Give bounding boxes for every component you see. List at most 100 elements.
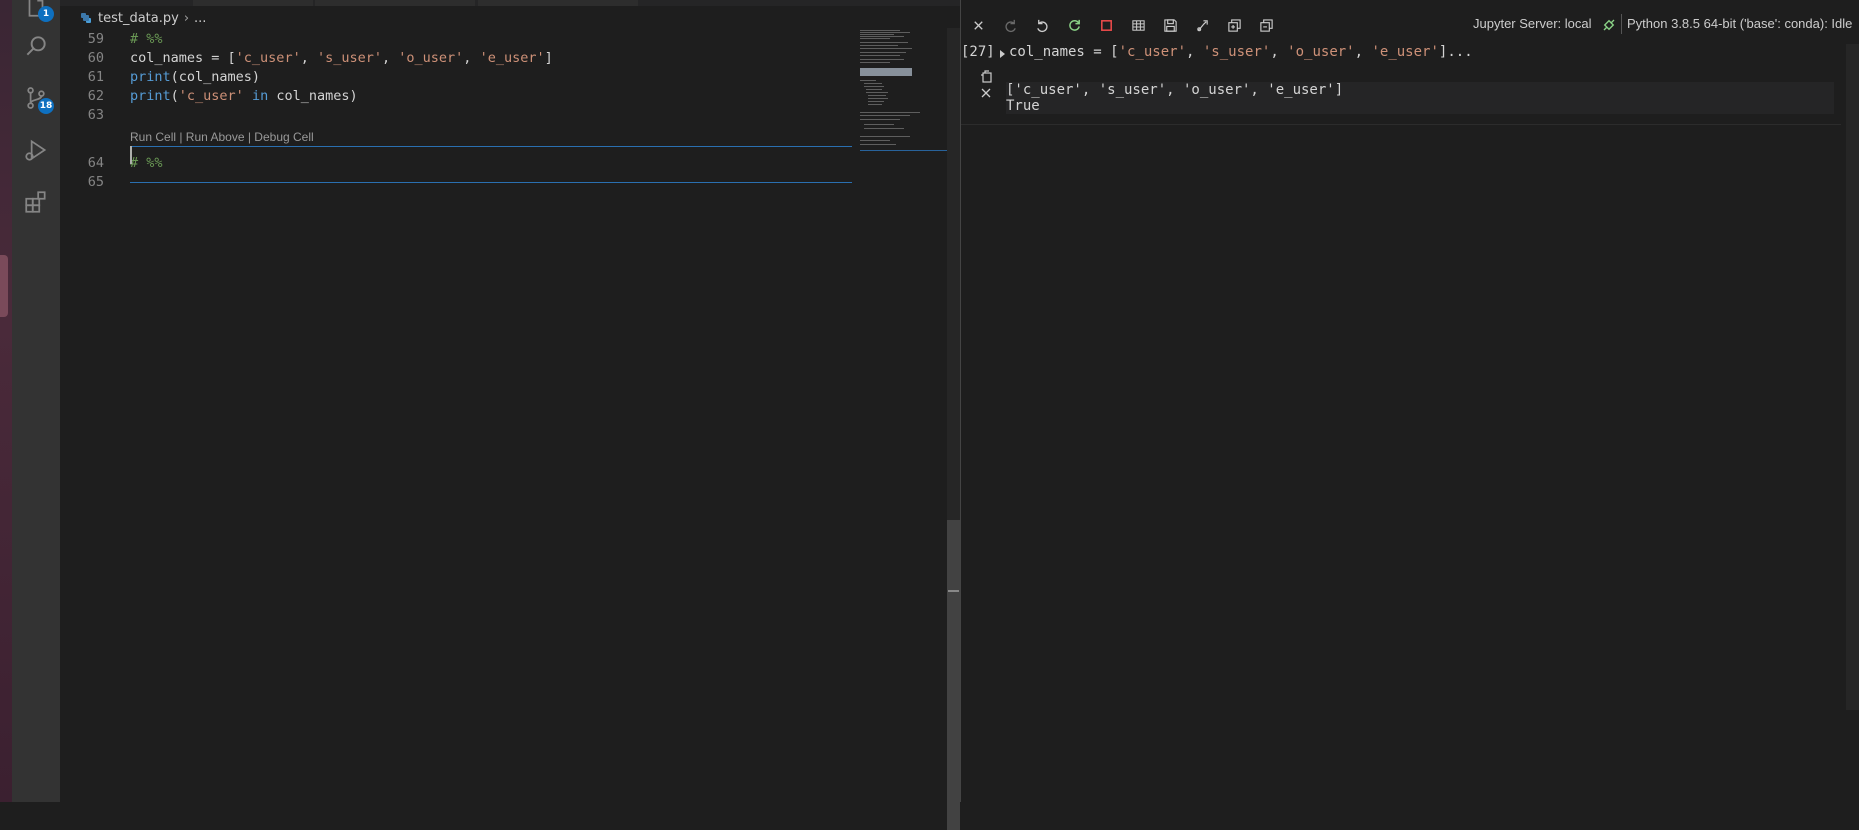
code-token: 's_user' [316, 50, 382, 66]
text-cursor [130, 146, 132, 164]
desktop-edge [0, 0, 12, 802]
code-token: # %% [130, 31, 163, 47]
search-icon [26, 36, 46, 56]
line-text: print('c_user' in col_names) [130, 87, 358, 106]
activity-bar: 1 18 [12, 0, 60, 802]
code-token: , [1354, 44, 1372, 60]
jupyter-toolbar: Jupyter Server: local Python 3.8.5 64-bi… [961, 0, 1859, 46]
tab-strip [60, 0, 960, 6]
redo-button[interactable] [999, 14, 1021, 36]
close-icon [973, 20, 983, 30]
code-token: in [251, 88, 269, 104]
run-debug-icon [25, 139, 47, 161]
extensions-icon [25, 191, 46, 213]
execution-count: [27] [961, 44, 995, 60]
plug-icon [1603, 19, 1615, 31]
export-icon [1196, 19, 1208, 31]
delete-cell-icon[interactable] [979, 86, 993, 100]
line-number: 59 [87, 31, 104, 47]
breadcrumb-file[interactable]: test_data.py [98, 11, 179, 26]
variables-button[interactable] [1127, 14, 1149, 36]
restart-icon [1068, 19, 1080, 31]
code-token: col_names = [ [130, 50, 236, 66]
code-token: # %% [130, 155, 163, 171]
code-token: , [1270, 44, 1288, 60]
expand-all-button[interactable] [1223, 14, 1245, 36]
expand-all-icon [1227, 18, 1241, 32]
source-control-badge: 18 [38, 98, 54, 114]
code-token: 'c_user' [178, 88, 244, 104]
export-button[interactable] [1191, 14, 1213, 36]
jupyter-server-status[interactable]: Jupyter Server: local [1473, 16, 1592, 31]
undo-button[interactable] [1031, 14, 1053, 36]
extensions-button[interactable] [12, 178, 60, 226]
cell-separator-bottom [130, 182, 852, 183]
redo-icon [1004, 19, 1016, 32]
code-token: , [300, 50, 317, 66]
toolbar-separator [1621, 14, 1622, 34]
python-file-icon [81, 13, 91, 23]
editor-scrollbar-thumb[interactable] [947, 520, 960, 830]
code-editor: test_data.py › ... 59 # %% 60 col_names = [… [60, 0, 960, 830]
cell-code-preview[interactable]: col_names = ['c_user', 's_user', 'o_user… [1009, 44, 1473, 60]
search-button[interactable] [12, 22, 60, 70]
breadcrumb-separator: › [183, 10, 190, 26]
collapse-all-button[interactable] [1255, 14, 1277, 36]
clear-all-button[interactable] [967, 14, 989, 36]
code-token: col_names) [268, 88, 358, 104]
scrollbar-cursor-marker [948, 590, 959, 592]
line-number: 63 [87, 107, 104, 123]
output-line: True [1006, 98, 1040, 114]
code-token: (col_names) [170, 69, 261, 85]
line-number: 60 [87, 50, 104, 66]
code-token: 'e_user' [1371, 44, 1439, 60]
code-token: 'o_user' [398, 50, 464, 66]
jupyter-interactive-window: Jupyter Server: local Python 3.8.5 64-bi… [961, 0, 1859, 802]
code-token: , [382, 50, 399, 66]
undo-icon [1036, 19, 1048, 32]
jupyter-scrollbar[interactable] [1846, 44, 1859, 710]
breadcrumb[interactable]: test_data.py › ... [80, 9, 206, 27]
stop-icon [1100, 19, 1112, 31]
restart-kernel-button[interactable] [1063, 14, 1085, 36]
code-token: col_names = [ [1009, 44, 1119, 60]
source-control-button[interactable]: 18 [12, 74, 60, 122]
code-token: , [463, 50, 480, 66]
code-token: , [1186, 44, 1203, 60]
breadcrumb-more[interactable]: ... [194, 11, 206, 26]
table-icon [1131, 19, 1145, 31]
line-text: # %% [130, 154, 163, 173]
save-button[interactable] [1159, 14, 1181, 36]
code-token: 'o_user' [1287, 44, 1355, 60]
line-text: col_names = ['c_user', 's_user', 'o_user… [130, 49, 553, 68]
editor-scrollbar[interactable] [947, 28, 960, 830]
code-token: 'c_user' [1118, 44, 1187, 60]
code-token: 's_user' [1202, 44, 1271, 60]
code-token: ] [544, 50, 553, 66]
line-text: print(col_names) [130, 68, 260, 87]
minimap[interactable] [860, 28, 950, 158]
explorer-badge: 1 [38, 6, 54, 22]
codelens-cell-actions[interactable]: Run Cell | Run Above | Debug Cell [130, 130, 314, 144]
line-number: 61 [87, 69, 104, 85]
line-number: 64 [87, 155, 104, 171]
cell-separator-top [130, 146, 852, 147]
run-debug-button[interactable] [12, 126, 60, 174]
save-icon [1163, 18, 1177, 32]
output-line: ['c_user', 's_user', 'o_user', 'e_user'] [1006, 82, 1344, 98]
line-text: # %% [130, 30, 163, 49]
code-token: ( [170, 88, 179, 104]
interrupt-kernel-button[interactable] [1095, 14, 1117, 36]
code-token: 'c_user' [235, 50, 301, 66]
copy-icon[interactable] [979, 68, 995, 84]
expand-cell-icon[interactable] [998, 49, 1006, 59]
code-token: print [130, 69, 171, 85]
cell-output: ['c_user', 's_user', 'o_user', 'e_user']… [1006, 82, 1834, 114]
code-token: ]... [1438, 44, 1473, 60]
cell-divider [961, 124, 1841, 125]
code-token: 'e_user' [479, 50, 545, 66]
desktop-dock-indicator [0, 255, 8, 317]
kernel-status[interactable]: Python 3.8.5 64-bit ('base': conda): Idl… [1627, 16, 1852, 31]
code-token: print [130, 88, 171, 104]
